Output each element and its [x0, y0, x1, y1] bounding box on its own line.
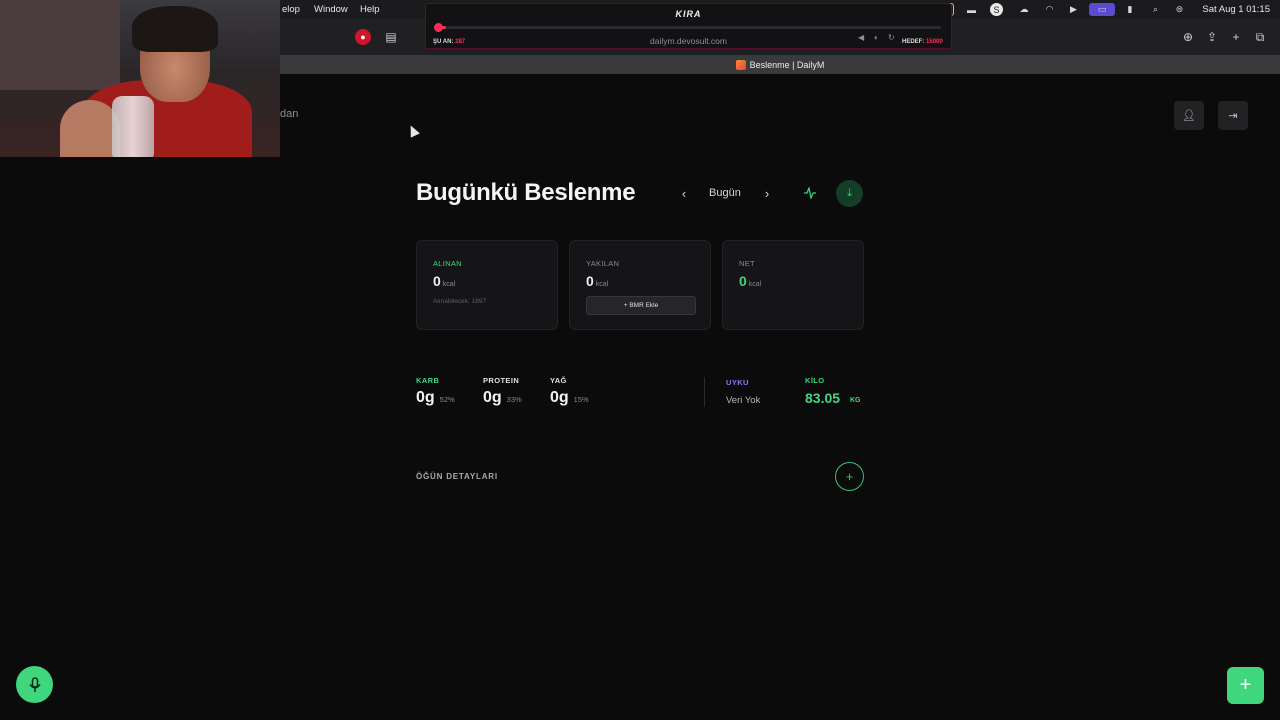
webcam-feed — [0, 0, 280, 157]
overlay-current: ŞU AN: 287 — [433, 39, 465, 45]
weight-value[interactable]: 83.05 — [805, 390, 840, 406]
logout-button[interactable]: ⇥ — [1218, 101, 1248, 130]
meals-section-title: ÖĞÜN DETAYLARI — [416, 472, 498, 481]
card-net-value: 0 kcal — [739, 273, 761, 289]
mouse-cursor — [406, 123, 420, 138]
tab-title[interactable]: Beslenme | DailyM — [750, 60, 825, 70]
protein-label: PROTEIN — [483, 376, 520, 385]
carb-grams: 0g — [416, 389, 435, 406]
voice-input-button[interactable] — [16, 666, 53, 703]
pip-icon[interactable]: ◀ — [858, 33, 864, 42]
activity-button[interactable] — [800, 183, 820, 203]
carb-percent: 52% — [439, 395, 455, 404]
menu-help[interactable]: Help — [360, 4, 380, 15]
overlay-current-label: ŞU AN: — [433, 39, 454, 45]
sleep-value[interactable]: Veri Yok — [726, 395, 760, 406]
tab-bar: Beslenme | DailyM — [280, 55, 1280, 74]
carb-value: 0g 52% — [416, 389, 455, 407]
reload-icon[interactable]: ↻ — [888, 33, 895, 42]
card-consumed-remaining: Alınabilecek: 1897 — [433, 298, 487, 305]
consumed-unit: kcal — [442, 281, 456, 288]
share-icon[interactable]: ⇪ — [1204, 29, 1220, 45]
new-tab-icon[interactable]: + — [1228, 29, 1244, 45]
quick-add-button[interactable]: + — [1227, 667, 1264, 704]
net-number: 0 — [739, 273, 747, 289]
consumed-number: 0 — [433, 273, 441, 289]
play-icon[interactable]: ▶ — [1067, 3, 1080, 16]
battery-icon[interactable]: ▮ — [1122, 3, 1138, 16]
donation-goal-overlay: KIRA dailym.devosult.com ŞU AN: 287 HEDE… — [425, 3, 952, 49]
screen-mirror-icon[interactable]: ▭ — [1089, 3, 1115, 16]
card-burned-value: 0 kcal — [586, 273, 608, 289]
card-consumed-value: 0 kcal — [433, 273, 455, 289]
webcam-hair — [132, 6, 218, 52]
export-button[interactable]: ⤓ — [836, 180, 863, 207]
next-day-button[interactable]: › — [758, 183, 776, 203]
sidebar-icon[interactable]: ▤ — [383, 29, 399, 45]
add-bmr-button[interactable]: + BMR Ekle — [586, 296, 696, 315]
favicon-icon — [735, 59, 746, 70]
chevron-left-icon: ‹ — [681, 185, 687, 201]
brand-text[interactable]: dan — [280, 108, 298, 120]
control-center-icon[interactable]: ⊜ — [1173, 3, 1186, 16]
card-net: NET 0 kcal — [722, 240, 864, 330]
card-consumed: ALINAN 0 kcal Alınabilecek: 1897 — [416, 240, 558, 330]
fat-grams: 0g — [550, 389, 569, 406]
cloud-icon[interactable]: ☁ — [1015, 3, 1033, 16]
overlay-title: KIRA — [675, 9, 702, 19]
burned-number: 0 — [586, 273, 594, 289]
activity-icon — [804, 187, 816, 199]
wifi-icon[interactable]: ◠ — [1043, 3, 1056, 16]
download-icon: ⤓ — [847, 187, 852, 199]
net-unit: kcal — [748, 281, 762, 288]
webcam-background — [0, 0, 120, 90]
sleep-label: UYKU — [726, 378, 749, 387]
search-icon[interactable]: ⌕ — [1149, 3, 1162, 16]
profile-button[interactable]: 👤︎ — [1174, 101, 1204, 130]
plus-icon: + — [1239, 674, 1252, 696]
fat-value: 0g 15% — [550, 389, 589, 407]
window-tray-icon[interactable]: ▬ — [965, 3, 978, 16]
reader-icon[interactable]: ◐ — [874, 33, 879, 42]
card-burned: YAKILAN 0 kcal + BMR Ekle — [569, 240, 711, 330]
extension-icon[interactable]: ● — [355, 29, 371, 45]
menubar-clock[interactable]: Sat Aug 1 01:15 — [1202, 4, 1270, 15]
card-burned-label: YAKILAN — [586, 259, 620, 268]
carb-label: KARB — [416, 376, 440, 385]
overlay-target: HEDEF: 15000 — [902, 39, 943, 45]
date-label[interactable]: Bugün — [709, 187, 741, 199]
download-browser-icon[interactable]: ⊕ — [1180, 29, 1196, 45]
protein-grams: 0g — [483, 389, 502, 406]
fat-label: YAĞ — [550, 376, 567, 385]
burned-unit: kcal — [595, 281, 609, 288]
add-meal-button[interactable]: + — [835, 462, 864, 491]
skype-icon[interactable]: S — [990, 3, 1003, 16]
plus-icon: + — [845, 469, 854, 484]
user-icon: 👤︎ — [1182, 110, 1196, 122]
goal-progress-track — [436, 26, 941, 29]
tab-overview-icon[interactable]: ⧉ — [1252, 29, 1268, 45]
protein-percent: 33% — [506, 395, 522, 404]
fat-percent: 15% — [573, 395, 589, 404]
overlay-target-value: 15000 — [926, 39, 943, 45]
weight-unit: KG — [850, 397, 861, 404]
logout-icon: ⇥ — [1228, 110, 1238, 122]
webcam-bottle — [112, 96, 154, 157]
stats-divider — [704, 377, 705, 407]
menu-develop[interactable]: elop — [282, 4, 300, 15]
menu-window[interactable]: Window — [314, 4, 348, 15]
weight-label: KİLO — [805, 376, 825, 385]
webcam-shoulder — [60, 100, 120, 157]
microphone-icon — [28, 676, 41, 692]
overlay-target-label: HEDEF: — [902, 39, 925, 45]
card-net-label: NET — [739, 259, 755, 268]
protein-value: 0g 33% — [483, 389, 522, 407]
page-title: Bugünkü Beslenme — [416, 179, 636, 206]
overlay-current-value: 287 — [455, 39, 466, 45]
address-bar-url[interactable]: dailym.devosult.com — [426, 36, 951, 46]
prev-day-button[interactable]: ‹ — [675, 183, 693, 203]
chevron-right-icon: › — [764, 185, 770, 201]
goal-progress-knob — [434, 23, 443, 32]
card-consumed-label: ALINAN — [433, 259, 462, 268]
